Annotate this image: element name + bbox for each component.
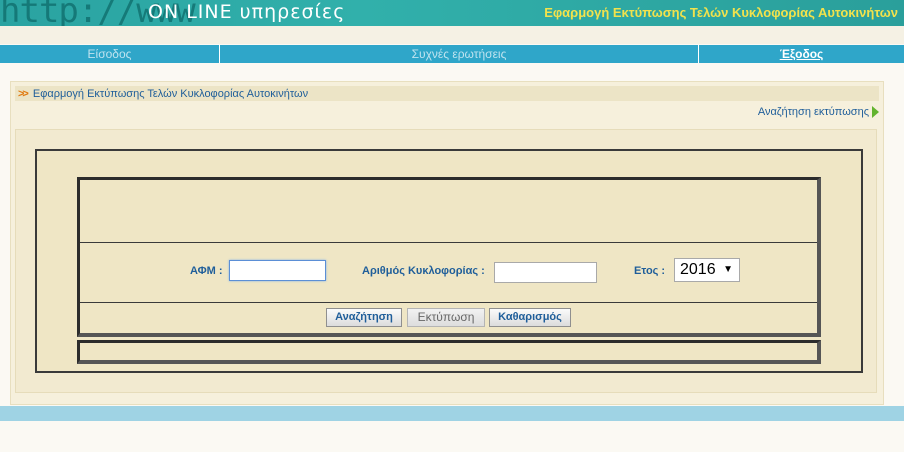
afm-input[interactable] [229, 260, 326, 281]
form-frame: ΑΦΜ : Αριθμός Κυκλοφορίας : Ετος : 2016 … [35, 149, 863, 373]
form-footer-bar [77, 340, 821, 364]
app-title: Εφαρμογή Εκτύπωσης Τελών Κυκλοφορίας Αυτ… [544, 5, 898, 20]
nav-item-login[interactable]: Είσοδος [0, 45, 220, 63]
logo-online-services: ON LINE υπηρεσίες [148, 1, 346, 23]
footer-band [0, 406, 904, 421]
breadcrumb-label: Εφαρμογή Εκτύπωσης Τελών Κυκλοφορίας Αυτ… [32, 87, 309, 100]
clear-button[interactable]: Καθαρισμός [489, 308, 571, 327]
breadcrumb: >> Εφαρμογή Εκτύπωσης Τελών Κυκλοφορίας … [15, 86, 879, 101]
print-button[interactable]: Εκτύπωση [407, 308, 485, 327]
plate-number-label: Αριθμός Κυκλοφορίας : [362, 265, 485, 277]
year-select[interactable]: 2016 ▼ [674, 258, 740, 282]
nav-item-faq[interactable]: Συχνές ερωτήσεις [220, 45, 699, 63]
header-spacer [0, 26, 904, 44]
caret-down-icon: ▼ [723, 264, 733, 275]
afm-label: ΑΦΜ : [190, 265, 223, 277]
form-divider-bottom [80, 302, 817, 303]
search-print-link[interactable]: Αναζήτηση εκτύπωσης [758, 106, 879, 118]
plate-number-input[interactable] [494, 262, 597, 283]
year-label: Ετος : [634, 265, 666, 277]
search-button[interactable]: Αναζήτηση [326, 308, 402, 327]
double-chevron-right-icon: >> [18, 87, 29, 100]
app-header: http://www ON LINE υπηρεσίες Εφαρμογή Εκ… [0, 0, 904, 26]
play-arrow-icon [872, 106, 879, 118]
main-panel: >> Εφαρμογή Εκτύπωσης Τελών Κυκλοφορίας … [10, 81, 884, 405]
top-navigation: Είσοδος Συχνές ερωτήσεις Έξοδος [0, 45, 904, 63]
search-form: ΑΦΜ : Αριθμός Κυκλοφορίας : Ετος : 2016 … [77, 177, 821, 337]
nav-item-exit[interactable]: Έξοδος [699, 45, 904, 63]
form-divider-top [80, 242, 817, 243]
year-select-value: 2016 [680, 261, 716, 278]
search-print-link-label[interactable]: Αναζήτηση εκτύπωσης [758, 106, 869, 118]
content-area: ΑΦΜ : Αριθμός Κυκλοφορίας : Ετος : 2016 … [15, 129, 877, 393]
